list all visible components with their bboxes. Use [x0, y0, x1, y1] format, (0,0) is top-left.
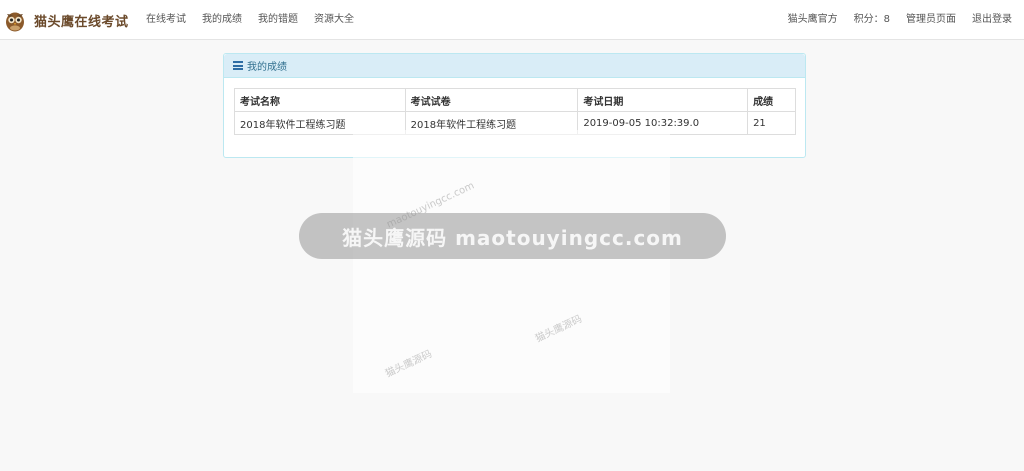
nav-my-scores[interactable]: 我的成绩: [194, 0, 250, 40]
watermark-name-text-2: 猫头鹰源码: [383, 348, 434, 380]
logout-link[interactable]: 退出登录: [964, 0, 1020, 40]
nav-online-exam[interactable]: 在线考试: [138, 0, 194, 40]
column-header-score: 成绩: [747, 88, 796, 112]
watermark-sheet: maotouyingcc.com 猫头鹰源码 猫头鹰源码: [353, 130, 670, 393]
nav-admin-page[interactable]: 管理员页面: [898, 0, 964, 40]
owl-icon: [4, 8, 26, 32]
watermark-pill: 猫头鹰源码 maotouyingcc.com: [299, 213, 726, 259]
table-header-row: 考试名称 考试试卷 考试日期 成绩: [234, 88, 796, 112]
panel-heading: 我的成绩: [224, 54, 805, 78]
column-header-exam-date: 考试日期: [577, 88, 749, 112]
list-icon: [233, 61, 243, 70]
brand-name: 猫头鹰在线考试: [34, 14, 129, 30]
scores-table: 考试名称 考试试卷 考试日期 成绩 2018年软件工程练习题 2018年软件工程…: [234, 88, 796, 135]
points-display: 积分：8: [853, 14, 890, 25]
main-nav: 在线考试 我的成绩 我的错题 资源大全: [138, 0, 362, 40]
watermark-name-text: 猫头鹰源码: [533, 313, 584, 345]
user-nav: 猫头鹰官方 积分：8 管理员页面 退出登录: [780, 0, 1020, 40]
column-header-exam-paper: 考试试卷: [404, 88, 579, 112]
column-header-exam-name: 考试名称: [234, 88, 406, 112]
top-navbar: 猫头鹰在线考试 在线考试 我的成绩 我的错题 资源大全 猫头鹰官方 积分：8 管…: [0, 0, 1024, 40]
brand-link[interactable]: 猫头鹰在线考试: [4, 6, 129, 34]
panel-title: 我的成绩: [247, 62, 287, 73]
nav-my-mistakes[interactable]: 我的错题: [250, 0, 306, 40]
cell-score: 21: [747, 111, 796, 135]
nav-resources[interactable]: 资源大全: [306, 0, 362, 40]
nav-official[interactable]: 猫头鹰官方: [780, 0, 846, 40]
